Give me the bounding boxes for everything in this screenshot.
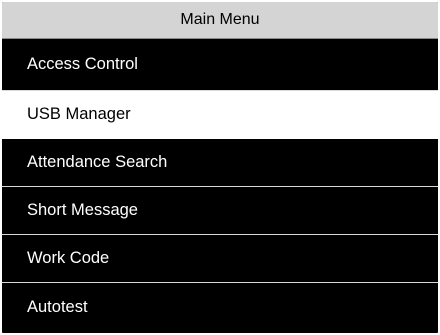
menu-item-usb-manager[interactable]: USB Manager (2, 91, 438, 139)
menu-item-work-code[interactable]: Work Code (2, 235, 438, 283)
menu-item-label: Autotest (27, 297, 88, 316)
main-menu-list: Access Control USB Manager Attendance Se… (2, 39, 438, 331)
menu-item-short-message[interactable]: Short Message (2, 187, 438, 235)
menu-item-access-control[interactable]: Access Control (2, 39, 438, 91)
menu-item-label: Short Message (27, 201, 138, 219)
menu-header: Main Menu (2, 2, 438, 39)
menu-item-autotest[interactable]: Autotest (2, 283, 438, 331)
menu-item-label: Access Control (27, 55, 138, 73)
page-title: Main Menu (180, 11, 260, 28)
device-screen: Main Menu Access Control USB Manager Att… (2, 2, 438, 333)
menu-item-attendance-search[interactable]: Attendance Search (2, 139, 438, 187)
menu-item-label: USB Manager (27, 105, 131, 123)
menu-item-label: Attendance Search (27, 153, 168, 171)
menu-item-label: Work Code (27, 249, 110, 267)
